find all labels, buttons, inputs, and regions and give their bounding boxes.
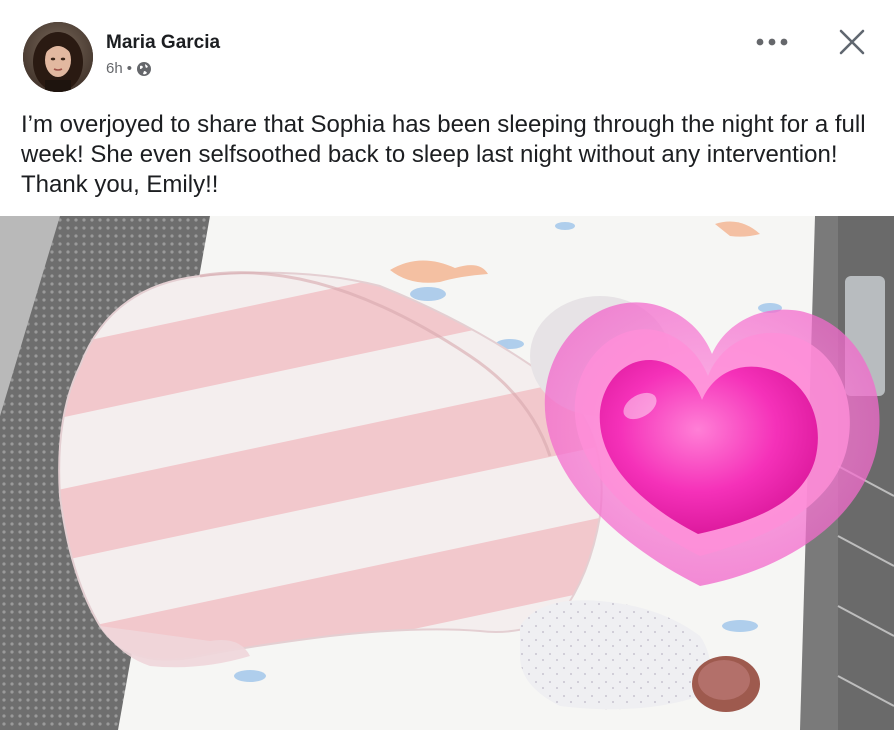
post-timestamp[interactable]: 6h (106, 60, 123, 77)
more-options-button[interactable] (750, 28, 794, 58)
close-icon (839, 29, 865, 60)
post-meta: 6h • (106, 60, 152, 77)
post-photo[interactable] (0, 216, 894, 730)
globe-icon[interactable] (136, 61, 152, 77)
post-header: Maria Garcia 6h • (0, 0, 894, 100)
close-button[interactable] (830, 22, 874, 66)
post-card: Maria Garcia 6h • I’m overjoyed to share… (0, 0, 894, 730)
more-horizontal-icon (755, 34, 789, 52)
meta-separator: • (126, 60, 132, 77)
post-text: I’m overjoyed to share that Sophia has b… (21, 111, 866, 198)
author-name[interactable]: Maria Garcia (106, 32, 220, 54)
author-avatar[interactable] (23, 22, 93, 92)
